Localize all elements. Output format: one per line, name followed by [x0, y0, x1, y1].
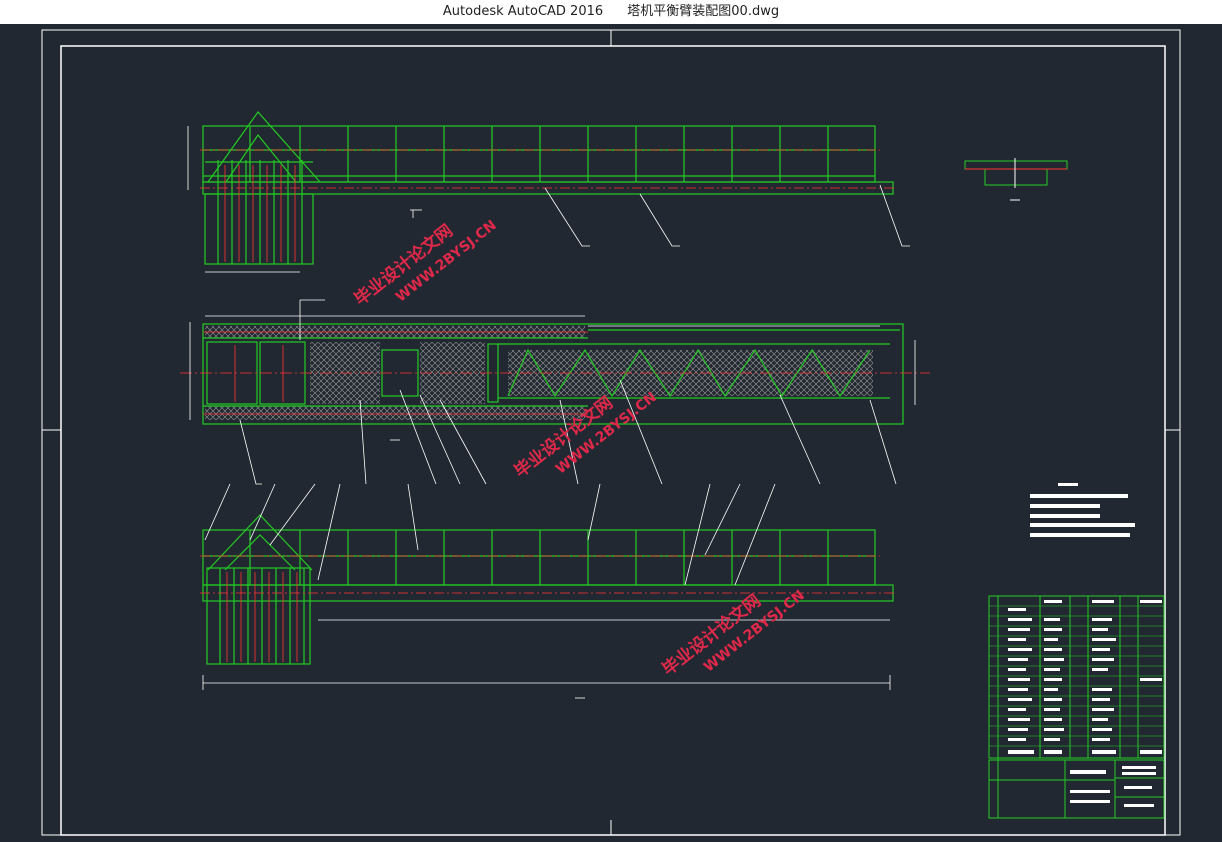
detail-view [964, 158, 1068, 201]
top-elevation-view [187, 111, 910, 273]
app-title: Autodesk AutoCAD 2016 [442, 4, 604, 19]
watermark-3: 毕业设计论文网 WWW.2BYSJ.CN [658, 587, 807, 680]
file-name: 塔机平衡臂装配图00.dwg [627, 4, 780, 19]
watermark-1: 毕业设计论文网 WWW.2BYSJ.CN [350, 217, 499, 310]
window-title-bar: Autodesk AutoCAD 2016 塔机平衡臂装配图00.dwg [0, 0, 1222, 24]
drawing-canvas[interactable]: 毕业设计论文网 WWW.2BYSJ.CN 毕业设计论文网 WWW.2BYSJ.C… [0, 24, 1222, 838]
technical-notes [1030, 483, 1135, 537]
title-block [988, 595, 1165, 819]
bottom-elevation-view [200, 483, 895, 699]
